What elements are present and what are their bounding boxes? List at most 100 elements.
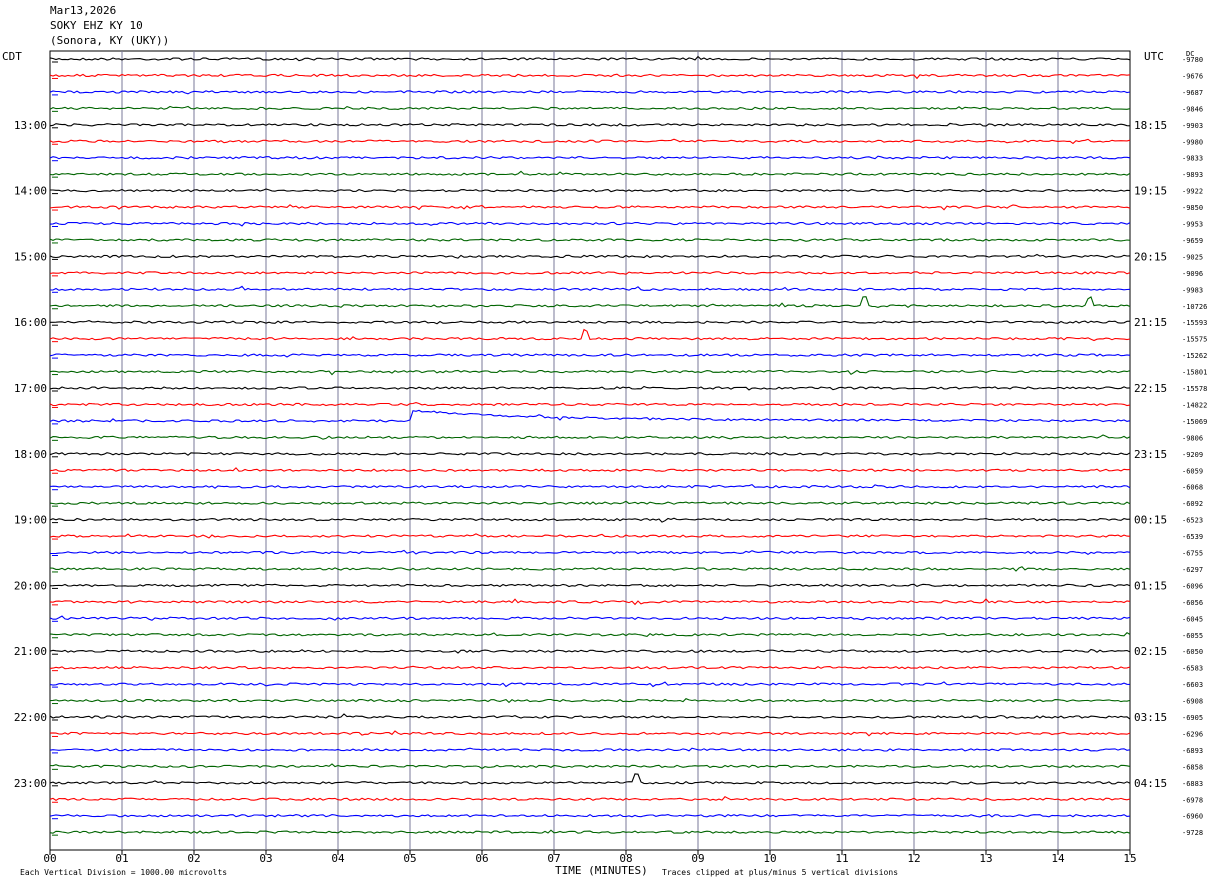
seismic-trace: [49, 434, 1131, 440]
seismic-trace: [50, 285, 1131, 292]
dc-offset-label: -9209: [1182, 451, 1203, 459]
utc-hour-label: 04:15: [1134, 777, 1167, 790]
dc-offset-label: -9850: [1182, 204, 1203, 212]
seismic-trace: [49, 402, 1131, 407]
dc-offset-label: -6068: [1182, 484, 1203, 492]
dc-offset-label: -6045: [1182, 615, 1203, 623]
x-tick-label: 01: [115, 852, 128, 865]
seismic-trace: [50, 549, 1131, 556]
seismic-trace: [49, 763, 1131, 770]
clip-note: Traces clipped at plus/minus 5 vertical …: [662, 868, 899, 877]
seismic-trace: [49, 105, 1131, 111]
x-tick-label: 11: [835, 852, 848, 865]
dc-offset-label: -9728: [1182, 829, 1203, 837]
cdt-hour-label: 17:00: [14, 382, 47, 395]
dc-offset-label: -6960: [1182, 813, 1203, 821]
seismic-trace: [49, 483, 1131, 489]
dc-offset-label: -9833: [1182, 155, 1203, 163]
cdt-hour-label: 20:00: [14, 579, 47, 592]
cdt-hour-label: 21:00: [14, 645, 47, 658]
seismic-trace: [49, 369, 1131, 376]
dc-offset-label: -6059: [1182, 467, 1203, 475]
seismic-trace: [50, 320, 1131, 325]
cdt-hour-label: 19:00: [14, 514, 47, 527]
dc-offset-label: -9096: [1182, 270, 1203, 278]
cdt-hour-label: 14:00: [14, 185, 47, 198]
seismic-trace: [49, 773, 1131, 785]
seismic-trace: [49, 500, 1131, 505]
dc-offset-label: -9806: [1182, 434, 1203, 442]
dc-offset-label: -9659: [1182, 237, 1203, 245]
seismic-trace: [49, 204, 1131, 211]
dc-offset-label: -15575: [1182, 336, 1207, 344]
seismic-trace: [49, 353, 1131, 358]
dc-offset-label: -6056: [1182, 599, 1203, 607]
seismic-trace: [50, 188, 1131, 193]
dc-offset-label: -15262: [1182, 352, 1207, 360]
seismic-trace: [49, 632, 1131, 638]
dc-offset-label: -6858: [1182, 763, 1203, 771]
seismic-trace: [49, 238, 1131, 242]
seismic-trace: [49, 598, 1131, 606]
x-axis-title: TIME (MINUTES): [555, 864, 648, 877]
dc-offset-label: -10726: [1182, 303, 1207, 311]
dc-offset-label: -6050: [1182, 648, 1203, 656]
utc-hour-label: 19:15: [1134, 185, 1167, 198]
dc-offset-label: -9903: [1182, 122, 1203, 130]
x-tick-label: 02: [187, 852, 200, 865]
dc-offset-label: -14822: [1182, 401, 1207, 409]
dc-offset-label: -6092: [1182, 500, 1203, 508]
seismic-trace: [49, 467, 1131, 472]
utc-hour-label: 22:15: [1134, 382, 1167, 395]
cdt-hour-label: 15:00: [14, 250, 47, 263]
utc-hour-label: 23:15: [1134, 448, 1167, 461]
seismic-trace: [49, 253, 1131, 259]
seismic-trace: [49, 566, 1131, 572]
dc-offset-label: -9846: [1182, 105, 1203, 113]
x-tick-label: 14: [1051, 852, 1065, 865]
dc-offset-label: -6055: [1182, 632, 1203, 640]
dc-offset-label: -6523: [1182, 517, 1203, 525]
dc-offset-label: -6583: [1182, 665, 1203, 673]
cdt-hour-label: 16:00: [14, 316, 47, 329]
utc-hour-label: 18:15: [1134, 119, 1167, 132]
x-tick-label: 04: [331, 852, 345, 865]
seismic-trace: [49, 517, 1131, 523]
seismic-trace: [49, 170, 1131, 176]
dc-offset-label: -6296: [1182, 730, 1203, 738]
dc-offset-label: -6755: [1182, 550, 1203, 558]
utc-hour-label: 20:15: [1134, 250, 1167, 263]
x-tick-label: 10: [763, 852, 776, 865]
cdt-hour-label: 18:00: [14, 448, 47, 461]
dc-offset-label: -6893: [1182, 747, 1203, 755]
dc-offset-label: -9676: [1182, 72, 1203, 80]
dc-offset-label: -6883: [1182, 780, 1203, 788]
seismic-trace: [49, 665, 1131, 670]
seismic-trace: [49, 221, 1131, 227]
dc-offset-label: -15578: [1182, 385, 1207, 393]
dc-offset-label: -6978: [1182, 796, 1203, 804]
dc-offset-label: -9980: [1182, 138, 1203, 146]
seismic-trace: [49, 730, 1131, 737]
seismic-trace: [49, 713, 1131, 720]
seismic-trace: [49, 90, 1131, 95]
seismic-trace: [49, 55, 1131, 62]
seismic-trace: [49, 73, 1131, 80]
dc-offset-label: -6905: [1182, 714, 1203, 722]
dc-offset-label: -15593: [1182, 319, 1207, 327]
seismic-trace: [49, 648, 1131, 654]
helicorder-plot: 00 01 02 03 04 05 06 07 08 09 10 11 12 13 14 15-9780-96…: [14, 50, 1207, 865]
cdt-hour-label: 23:00: [14, 777, 47, 790]
utc-hour-label: 00:15: [1134, 514, 1167, 527]
seismic-trace: [49, 698, 1131, 704]
dc-offset-label: -9893: [1182, 171, 1203, 179]
x-tick-label: 09: [691, 852, 704, 865]
seismic-trace: [49, 328, 1131, 342]
dc-offset-label: -6539: [1182, 533, 1203, 541]
x-tick-label: 06: [475, 852, 488, 865]
dc-offset-label: -9983: [1182, 286, 1203, 294]
x-tick-label: 05: [403, 852, 416, 865]
x-tick-label: 12: [907, 852, 920, 865]
dc-offset-label: -6603: [1182, 681, 1203, 689]
seismic-trace: [49, 796, 1131, 801]
